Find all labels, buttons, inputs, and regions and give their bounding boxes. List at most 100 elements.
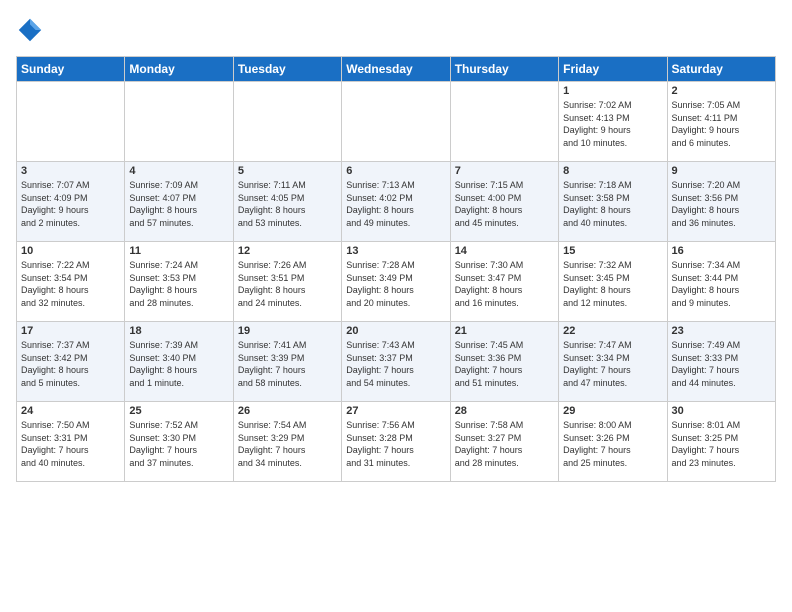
day-info: Sunrise: 8:00 AM Sunset: 3:26 PM Dayligh… [563,419,662,469]
day-info: Sunrise: 7:34 AM Sunset: 3:44 PM Dayligh… [672,259,771,309]
day-cell: 29 Sunrise: 8:00 AM Sunset: 3:26 PM Dayli… [559,402,667,482]
day-info: Sunrise: 7:05 AM Sunset: 4:11 PM Dayligh… [672,99,771,149]
week-row-4: 17Sunrise: 7:37 AM Sunset: 3:42 PM Dayli… [17,322,776,402]
day-info: Sunrise: 7:24 AM Sunset: 3:53 PM Dayligh… [129,259,228,309]
day-number: 26 [238,405,337,417]
column-header-friday: Friday [559,57,667,82]
day-cell: 22 Sunrise: 7:47 AM Sunset: 3:34 PM Dayli… [559,322,667,402]
day-cell: 10 Sunrise: 7:22 AM Sunset: 3:54 PM Dayli… [17,242,125,322]
day-info: Sunrise: 7:11 AM Sunset: 4:05 PM Dayligh… [238,179,337,229]
day-cell: 7 Sunrise: 7:15 AM Sunset: 4:00 PM Daylig… [450,162,558,242]
day-number: 30 [672,405,771,417]
day-info: Sunrise: 7:28 AM Sunset: 3:49 PM Dayligh… [346,259,445,309]
day-cell [233,82,341,162]
day-info: Sunrise: 7:18 AM Sunset: 3:58 PM Dayligh… [563,179,662,229]
day-info: Sunrise: 7:02 AM Sunset: 4:13 PM Dayligh… [563,99,662,149]
day-number: 2 [672,85,771,97]
day-cell: 16 Sunrise: 7:34 AM Sunset: 3:44 PM Dayli… [667,242,775,322]
day-info: Sunrise: 7:52 AM Sunset: 3:30 PM Dayligh… [129,419,228,469]
day-info: Sunrise: 7:43 AM Sunset: 3:37 PM Dayligh… [346,339,445,389]
day-cell: 23 Sunrise: 7:49 AM Sunset: 3:33 PM Dayli… [667,322,775,402]
day-cell: 19 Sunrise: 7:41 AM Sunset: 3:39 PM Dayli… [233,322,341,402]
day-cell: 27 Sunrise: 7:56 AM Sunset: 3:28 PM Dayli… [342,402,450,482]
day-number: 12 [238,245,337,257]
day-cell: 17Sunrise: 7:37 AM Sunset: 3:42 PM Dayli… [17,322,125,402]
day-cell [125,82,233,162]
day-number: 3 [21,165,120,177]
day-number: 1 [563,85,662,97]
day-cell: 11 Sunrise: 7:24 AM Sunset: 3:53 PM Dayli… [125,242,233,322]
day-cell: 26 Sunrise: 7:54 AM Sunset: 3:29 PM Dayli… [233,402,341,482]
day-cell: 1 Sunrise: 7:02 AM Sunset: 4:13 PM Daylig… [559,82,667,162]
day-info: Sunrise: 7:20 AM Sunset: 3:56 PM Dayligh… [672,179,771,229]
day-cell: 12Sunrise: 7:26 AM Sunset: 3:51 PM Dayli… [233,242,341,322]
day-number: 24 [21,405,120,417]
header [16,16,776,44]
day-number: 9 [672,165,771,177]
day-cell: 3 Sunrise: 7:07 AM Sunset: 4:09 PM Daylig… [17,162,125,242]
day-info: Sunrise: 7:39 AM Sunset: 3:40 PM Dayligh… [129,339,228,389]
day-cell [17,82,125,162]
day-cell: 20 Sunrise: 7:43 AM Sunset: 3:37 PM Dayli… [342,322,450,402]
header-row: SundayMondayTuesdayWednesdayThursdayFrid… [17,57,776,82]
column-header-monday: Monday [125,57,233,82]
day-info: Sunrise: 7:41 AM Sunset: 3:39 PM Dayligh… [238,339,337,389]
day-info: Sunrise: 8:01 AM Sunset: 3:25 PM Dayligh… [672,419,771,469]
column-header-sunday: Sunday [17,57,125,82]
week-row-2: 3 Sunrise: 7:07 AM Sunset: 4:09 PM Daylig… [17,162,776,242]
day-number: 7 [455,165,554,177]
day-info: Sunrise: 7:15 AM Sunset: 4:00 PM Dayligh… [455,179,554,229]
day-number: 6 [346,165,445,177]
day-cell [342,82,450,162]
day-cell: 15 Sunrise: 7:32 AM Sunset: 3:45 PM Dayli… [559,242,667,322]
day-number: 22 [563,325,662,337]
day-info: Sunrise: 7:49 AM Sunset: 3:33 PM Dayligh… [672,339,771,389]
logo [16,16,48,44]
day-cell: 14Sunrise: 7:30 AM Sunset: 3:47 PM Dayli… [450,242,558,322]
calendar-table: SundayMondayTuesdayWednesdayThursdayFrid… [16,56,776,482]
day-number: 8 [563,165,662,177]
day-info: Sunrise: 7:45 AM Sunset: 3:36 PM Dayligh… [455,339,554,389]
column-header-wednesday: Wednesday [342,57,450,82]
day-info: Sunrise: 7:58 AM Sunset: 3:27 PM Dayligh… [455,419,554,469]
day-number: 29 [563,405,662,417]
calendar-container: SundayMondayTuesdayWednesdayThursdayFrid… [0,0,792,490]
day-info: Sunrise: 7:47 AM Sunset: 3:34 PM Dayligh… [563,339,662,389]
day-number: 14 [455,245,554,257]
day-cell: 18Sunrise: 7:39 AM Sunset: 3:40 PM Dayli… [125,322,233,402]
day-cell [450,82,558,162]
day-number: 16 [672,245,771,257]
day-cell: 13Sunrise: 7:28 AM Sunset: 3:49 PM Dayli… [342,242,450,322]
day-number: 15 [563,245,662,257]
day-cell: 5 Sunrise: 7:11 AM Sunset: 4:05 PM Daylig… [233,162,341,242]
day-cell: 2 Sunrise: 7:05 AM Sunset: 4:11 PM Daylig… [667,82,775,162]
day-info: Sunrise: 7:54 AM Sunset: 3:29 PM Dayligh… [238,419,337,469]
day-cell: 9 Sunrise: 7:20 AM Sunset: 3:56 PM Daylig… [667,162,775,242]
day-info: Sunrise: 7:13 AM Sunset: 4:02 PM Dayligh… [346,179,445,229]
column-header-saturday: Saturday [667,57,775,82]
day-info: Sunrise: 7:56 AM Sunset: 3:28 PM Dayligh… [346,419,445,469]
day-number: 28 [455,405,554,417]
day-cell: 6 Sunrise: 7:13 AM Sunset: 4:02 PM Daylig… [342,162,450,242]
day-info: Sunrise: 7:22 AM Sunset: 3:54 PM Dayligh… [21,259,120,309]
day-cell: 8 Sunrise: 7:18 AM Sunset: 3:58 PM Daylig… [559,162,667,242]
day-cell: 21 Sunrise: 7:45 AM Sunset: 3:36 PM Dayli… [450,322,558,402]
day-number: 19 [238,325,337,337]
week-row-5: 24Sunrise: 7:50 AM Sunset: 3:31 PM Dayli… [17,402,776,482]
day-number: 27 [346,405,445,417]
week-row-1: 1 Sunrise: 7:02 AM Sunset: 4:13 PM Daylig… [17,82,776,162]
day-info: Sunrise: 7:07 AM Sunset: 4:09 PM Dayligh… [21,179,120,229]
column-header-tuesday: Tuesday [233,57,341,82]
day-number: 5 [238,165,337,177]
day-number: 21 [455,325,554,337]
day-number: 23 [672,325,771,337]
day-number: 10 [21,245,120,257]
day-number: 17 [21,325,120,337]
day-cell: 28 Sunrise: 7:58 AM Sunset: 3:27 PM Dayli… [450,402,558,482]
day-number: 20 [346,325,445,337]
day-info: Sunrise: 7:32 AM Sunset: 3:45 PM Dayligh… [563,259,662,309]
day-number: 11 [129,245,228,257]
day-cell: 4Sunrise: 7:09 AM Sunset: 4:07 PM Daylig… [125,162,233,242]
logo-icon [16,16,44,44]
day-cell: 25Sunrise: 7:52 AM Sunset: 3:30 PM Dayli… [125,402,233,482]
